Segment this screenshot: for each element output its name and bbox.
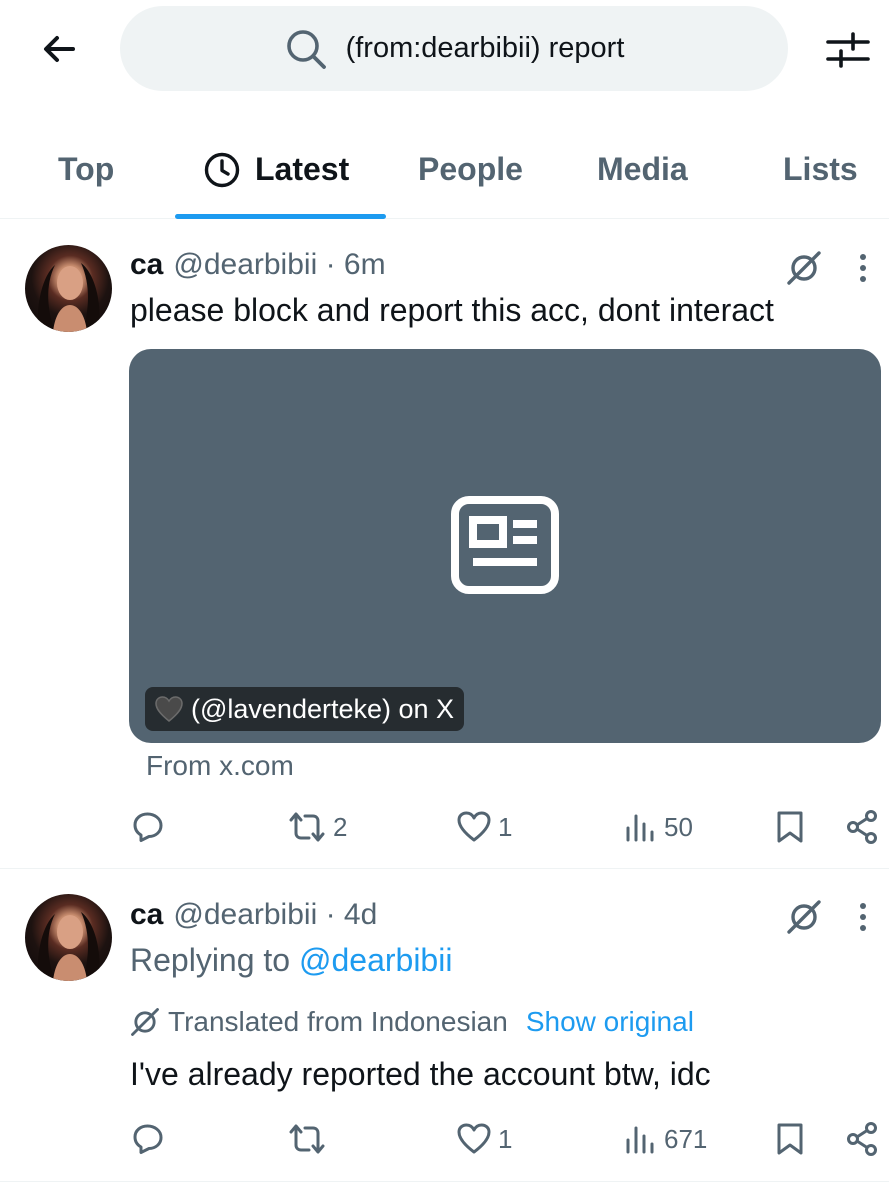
grok-icon: [787, 900, 821, 934]
grok-icon: [131, 1008, 159, 1036]
active-tab-indicator: [175, 214, 386, 219]
search-tabs: Top Latest People Media Lists: [0, 120, 889, 219]
tab-lists-label: Lists: [783, 151, 858, 187]
search-icon: [286, 29, 326, 69]
user-handle[interactable]: @dearbibii: [173, 898, 317, 932]
replying-to: Replying to @dearbibii: [130, 942, 452, 979]
analytics-icon: [626, 814, 654, 842]
bookmark-button[interactable]: [774, 1114, 806, 1164]
search-query: (from:dearbibii) report: [345, 32, 625, 64]
card-title-text: (@lavenderteke) on X: [191, 693, 455, 724]
retweet-count: 2: [333, 811, 348, 842]
tab-media[interactable]: Media: [597, 120, 688, 219]
tweet-actions: 1 671: [0, 1114, 889, 1164]
search-input[interactable]: (from:dearbibii) report: [120, 6, 788, 91]
retweet-icon: [289, 1124, 325, 1154]
tweet-time[interactable]: 6m: [344, 248, 386, 282]
like-count: 1: [498, 1123, 513, 1154]
view-count: 671: [664, 1123, 708, 1154]
search-header: (from:dearbibii) report: [0, 0, 889, 100]
view-count: 50: [664, 811, 693, 842]
grok-button[interactable]: [784, 248, 824, 288]
tweet-text: I've already reported the account btw, i…: [130, 1056, 711, 1092]
black-heart-icon: [155, 696, 183, 722]
share-button[interactable]: [844, 1114, 880, 1164]
separator: ·: [317, 248, 344, 281]
bookmark-button[interactable]: [774, 802, 806, 852]
reply-icon: [133, 812, 163, 842]
tweet[interactable]: ca @dearbibii · 6m please block and repo…: [0, 220, 889, 869]
tab-people[interactable]: People: [418, 120, 523, 219]
retweet-button[interactable]: [287, 1114, 333, 1164]
display-name[interactable]: ca: [130, 898, 163, 932]
grok-button[interactable]: [784, 897, 824, 937]
replying-to-label: Replying to: [130, 942, 299, 978]
separator: ·: [317, 898, 344, 931]
tab-people-label: People: [418, 151, 523, 187]
like-count: 1: [498, 811, 513, 842]
views-button[interactable]: 50: [624, 802, 693, 852]
article-icon: [451, 496, 559, 594]
user-handle[interactable]: @dearbibii: [173, 248, 317, 282]
retweet-icon: [289, 812, 325, 842]
avatar[interactable]: [25, 245, 112, 332]
bookmark-icon: [777, 811, 803, 843]
tweet-header: ca @dearbibii · 4d: [130, 898, 377, 932]
avatar-image: [37, 912, 100, 981]
tab-lists[interactable]: Lists: [783, 120, 858, 219]
tweet-header: ca @dearbibii · 6m: [130, 248, 386, 282]
back-button[interactable]: [36, 26, 82, 72]
retweet-button[interactable]: 2: [287, 802, 347, 852]
grok-icon: [787, 251, 821, 285]
bookmark-icon: [777, 1123, 803, 1155]
tweet-actions: 2 1 50: [0, 802, 889, 852]
translated-from-label: Translated from Indonesian: [168, 1006, 508, 1037]
analytics-icon: [626, 1126, 654, 1154]
heart-icon: [457, 811, 491, 842]
like-button[interactable]: 1: [456, 802, 512, 852]
more-options-button[interactable]: [850, 897, 876, 937]
display-name[interactable]: ca: [130, 248, 163, 282]
more-options-button[interactable]: [850, 248, 876, 288]
sliders-icon: [826, 32, 870, 68]
more-vertical-icon: [860, 254, 866, 282]
reply-button[interactable]: [131, 1114, 171, 1164]
replying-to-handle[interactable]: @dearbibii: [299, 942, 452, 978]
like-button[interactable]: 1: [456, 1114, 512, 1164]
share-icon: [847, 810, 877, 844]
tab-top[interactable]: Top: [58, 120, 114, 219]
tweet-text: please block and report this acc, dont i…: [130, 292, 774, 328]
share-icon: [847, 1122, 877, 1156]
avatar[interactable]: [25, 894, 112, 981]
card-title: (@lavenderteke) on X: [145, 687, 465, 731]
arrow-left-icon: [44, 36, 75, 62]
tweet[interactable]: ca @dearbibii · 4d Replying to @dearbibi…: [0, 870, 889, 1182]
views-button[interactable]: 671: [624, 1114, 707, 1164]
share-button[interactable]: [844, 802, 880, 852]
reply-icon: [133, 1124, 163, 1154]
avatar-image: [37, 263, 100, 332]
link-card[interactable]: (@lavenderteke) on X: [129, 349, 881, 743]
tab-media-label: Media: [597, 151, 688, 187]
tab-top-label: Top: [58, 151, 115, 187]
clock-icon: [204, 152, 240, 187]
heart-icon: [457, 1123, 491, 1154]
tab-latest[interactable]: Latest: [203, 120, 349, 219]
more-vertical-icon: [860, 903, 866, 931]
translation-notice: Translated from Indonesian Show original: [130, 1006, 694, 1038]
tab-latest-label: Latest: [255, 151, 350, 187]
search-filter-button[interactable]: [822, 24, 874, 76]
reply-button[interactable]: [131, 802, 171, 852]
tweet-time[interactable]: 4d: [344, 898, 377, 932]
card-source[interactable]: From x.com: [146, 750, 294, 782]
show-original-link[interactable]: Show original: [526, 1006, 694, 1038]
